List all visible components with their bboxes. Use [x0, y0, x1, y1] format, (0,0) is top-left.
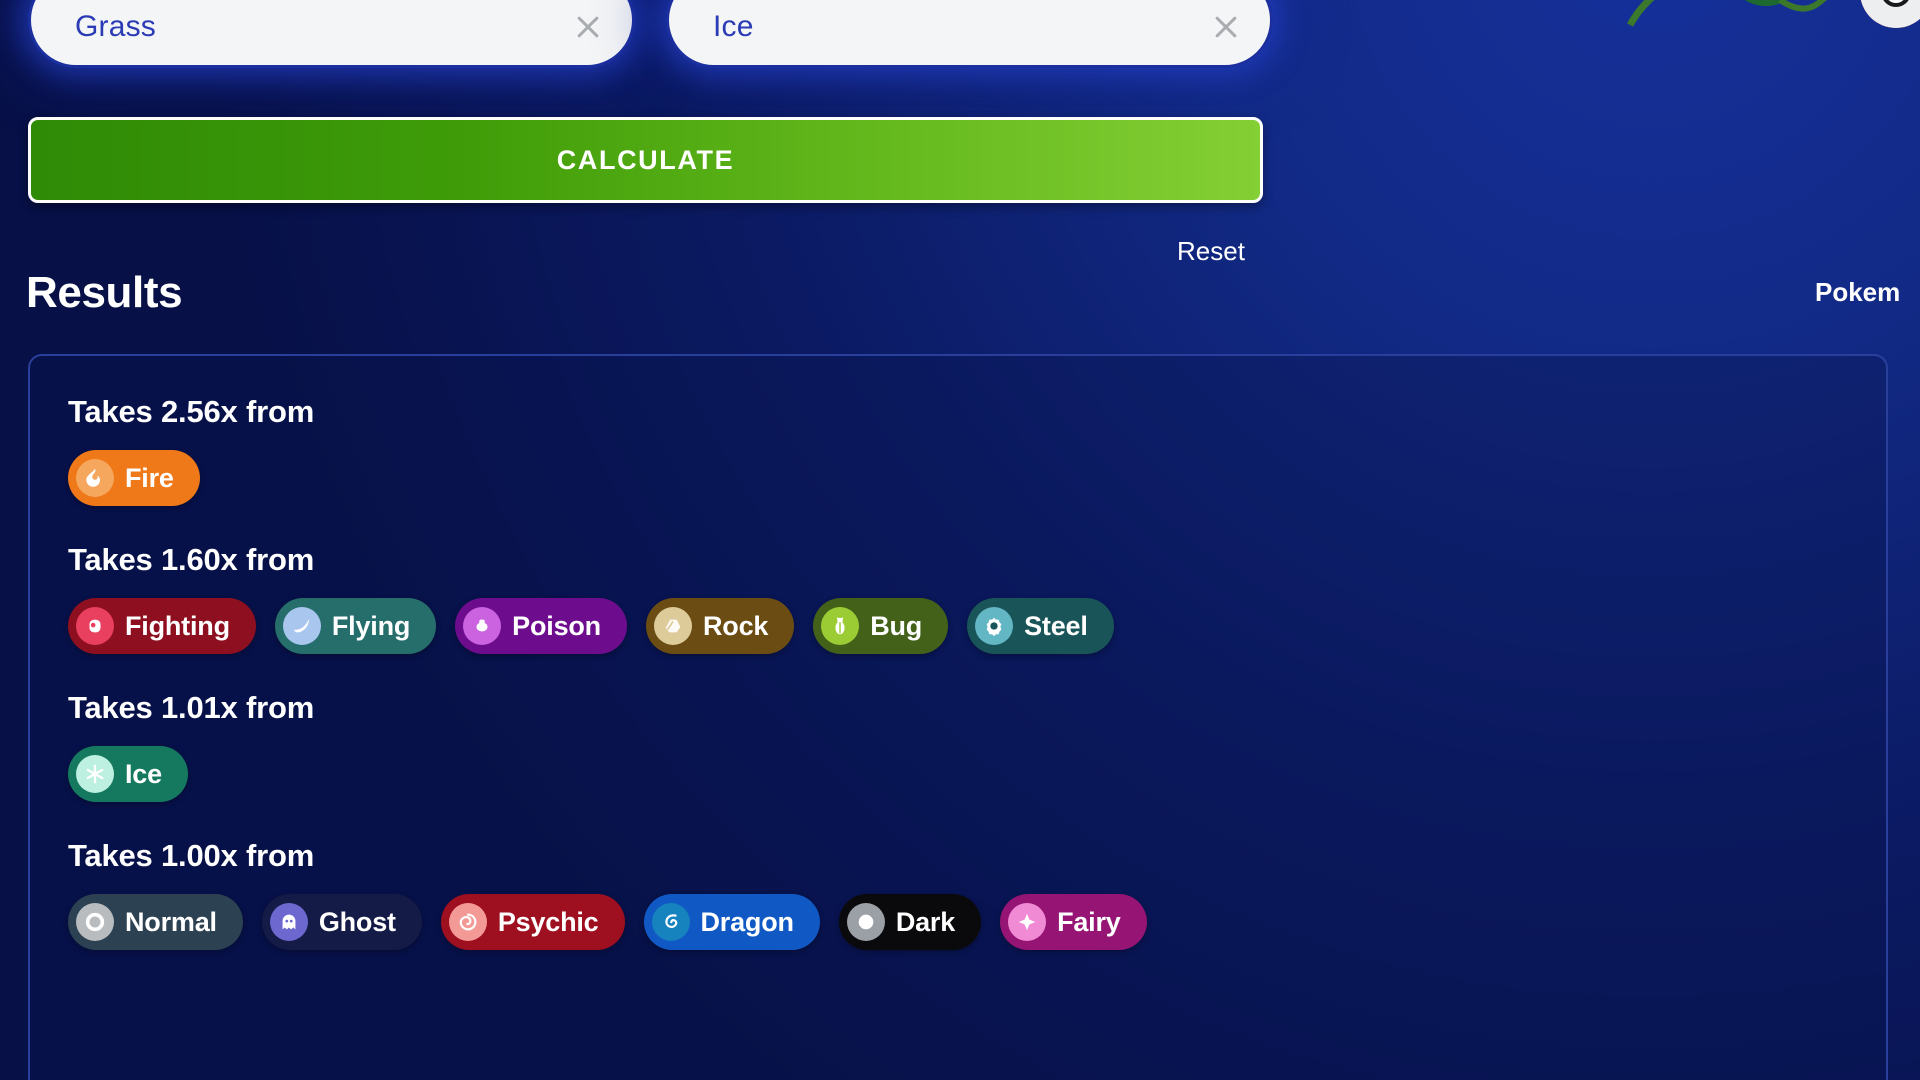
- type-badge-normal[interactable]: Normal: [68, 894, 243, 950]
- type-select-2[interactable]: Ice: [666, 0, 1273, 68]
- type-badge-row: Fire: [68, 450, 1886, 506]
- type-badge-label: Fighting: [125, 610, 230, 641]
- type-badge-label: Fire: [125, 462, 174, 493]
- type-select-2-value: Ice: [713, 10, 754, 43]
- type-selector-row: Grass Ice: [28, 0, 1273, 68]
- type-badge-row: Ice: [68, 746, 1886, 802]
- type-badge-row: Fighting Flying Poison Rock Bug Steel: [68, 598, 1886, 654]
- results-panel: Takes 2.56x from Fire Takes 1.60x from Figh…: [28, 354, 1888, 1080]
- result-group: Takes 1.60x from Fighting Flying Poison Rock…: [68, 542, 1886, 654]
- rock-icon: [653, 607, 692, 645]
- type-badge-ice[interactable]: Ice: [68, 746, 188, 802]
- app-root: Grass Ice CALCULATE Reset Results Pokem …: [0, 0, 1920, 1080]
- reset-button[interactable]: Reset: [1177, 236, 1245, 267]
- type-badge-label: Normal: [125, 906, 217, 937]
- swirl-icon: [448, 903, 487, 941]
- type-badge-label: Flying: [331, 610, 411, 641]
- type-badge-label: Rock: [702, 610, 769, 641]
- type-badge-label: Psychic: [497, 906, 599, 937]
- gear-icon: [975, 607, 1014, 645]
- type-badge-fighting[interactable]: Fighting: [68, 598, 256, 654]
- result-group: Takes 2.56x from Fire: [68, 394, 1886, 506]
- circle-icon: [76, 903, 114, 941]
- ghost-icon: [269, 903, 308, 941]
- pokemon-sprite-art: [1626, 0, 1920, 28]
- snowflake-icon: [76, 755, 114, 793]
- type-badge-label: Dark: [895, 906, 956, 937]
- type-badge-row: Normal Ghost Psychic Dragon Dark Fairy: [68, 894, 1886, 950]
- sparkle-icon: [1008, 903, 1047, 941]
- result-group: Takes 1.00x from Normal Ghost Psychic Dragon…: [68, 838, 1886, 950]
- type-badge-label: Ghost: [318, 906, 396, 937]
- pokemon-label: Pokem: [1815, 277, 1901, 307]
- type-badge-poison[interactable]: Poison: [455, 598, 627, 654]
- type-badge-label: Steel: [1024, 610, 1088, 641]
- group-heading: Takes 1.60x from: [68, 542, 315, 577]
- group-heading: Takes 1.01x from: [68, 690, 315, 725]
- type-badge-dragon[interactable]: Dragon: [643, 894, 820, 950]
- type-badge-psychic[interactable]: Psychic: [440, 894, 625, 950]
- result-groups: Takes 2.56x from Fire Takes 1.60x from Figh…: [68, 394, 1886, 950]
- moon-icon: [846, 903, 885, 941]
- close-icon[interactable]: [570, 9, 606, 45]
- type-badge-fairy[interactable]: Fairy: [1000, 894, 1147, 950]
- wing-icon: [282, 607, 321, 645]
- type-select-1[interactable]: Grass: [28, 0, 635, 68]
- type-badge-bug[interactable]: Bug: [813, 598, 949, 654]
- type-badge-rock[interactable]: Rock: [645, 598, 795, 654]
- type-badge-label: Fairy: [1057, 906, 1121, 937]
- type-badge-ghost[interactable]: Ghost: [261, 894, 422, 950]
- group-heading: Takes 1.00x from: [68, 838, 315, 873]
- flame-icon: [76, 459, 114, 497]
- type-badge-label: Bug: [870, 610, 923, 641]
- type-badge-steel[interactable]: Steel: [967, 598, 1114, 654]
- type-badge-dark[interactable]: Dark: [838, 894, 982, 950]
- type-badge-label: Dragon: [700, 906, 795, 937]
- fist-icon: [76, 607, 114, 645]
- close-icon[interactable]: [1208, 9, 1244, 45]
- type-badge-label: Ice: [125, 758, 162, 789]
- result-group: Takes 1.01x from Ice: [68, 690, 1886, 802]
- type-badge-fire[interactable]: Fire: [68, 450, 200, 506]
- bug-icon: [821, 607, 860, 645]
- type-select-1-value: Grass: [75, 10, 157, 43]
- dragon-icon: [651, 903, 690, 941]
- group-heading: Takes 2.56x from: [68, 394, 315, 429]
- type-badge-flying[interactable]: Flying: [274, 598, 437, 654]
- results-title: Results: [26, 268, 183, 317]
- calculate-button[interactable]: CALCULATE: [28, 117, 1263, 203]
- type-badge-label: Poison: [512, 610, 601, 641]
- poison-icon: [463, 607, 502, 645]
